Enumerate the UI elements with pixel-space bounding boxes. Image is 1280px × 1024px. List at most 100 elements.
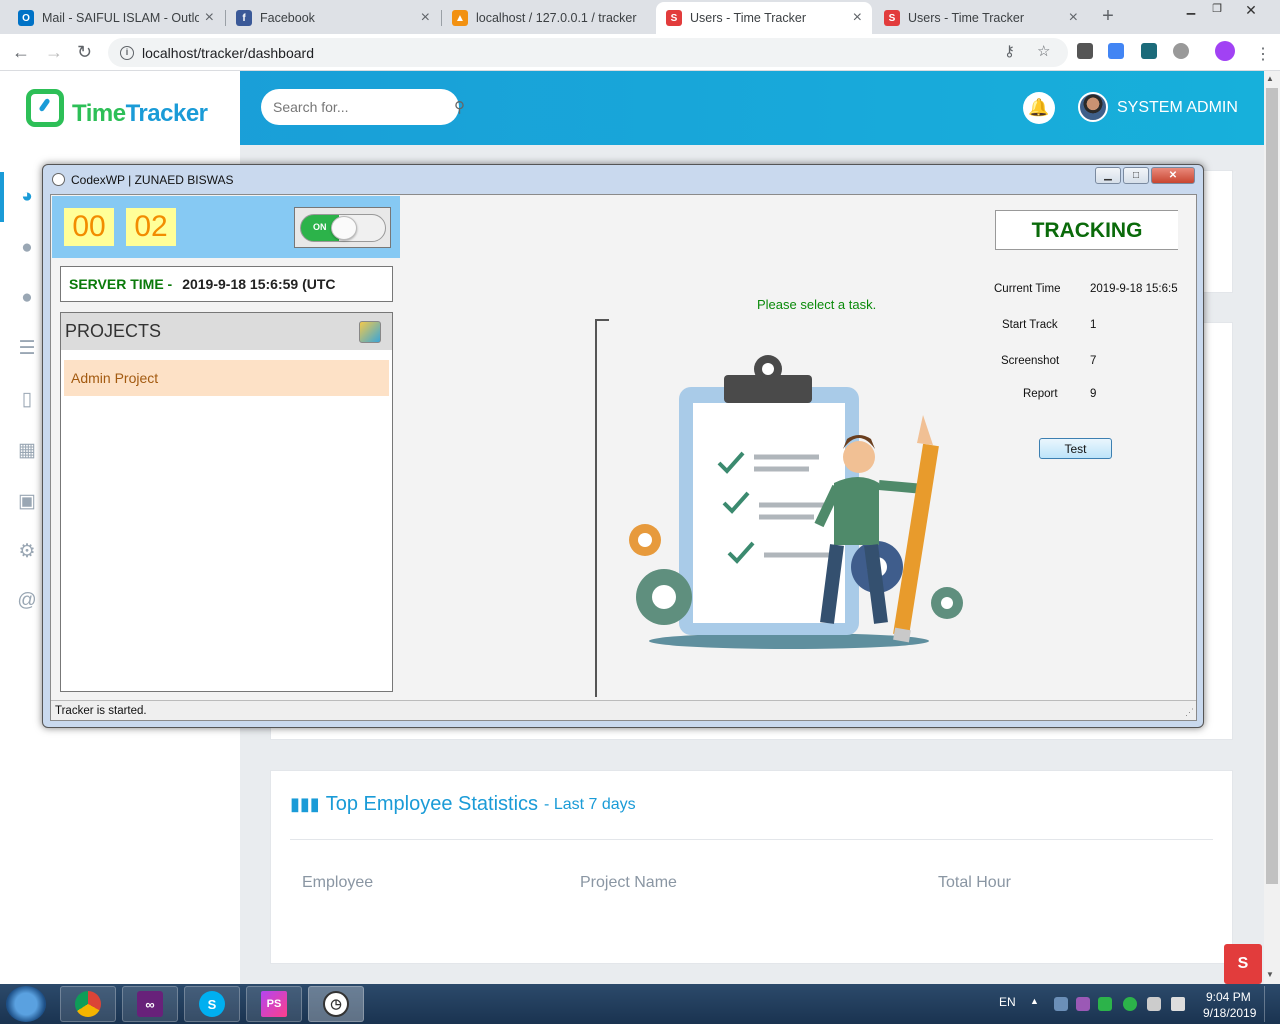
tray-expand-icon[interactable]: ▲ [1030, 996, 1039, 1006]
start-track-value: 1 [1090, 319, 1097, 331]
user-name[interactable]: SYSTEM ADMIN [1117, 99, 1238, 117]
test-button[interactable]: Test [1039, 438, 1112, 459]
language-indicator[interactable]: EN [999, 995, 1016, 1009]
screenshot-label: Screenshot [1001, 355, 1060, 367]
user-icon[interactable]: ● [14, 235, 40, 261]
profile-avatar[interactable] [1215, 41, 1235, 61]
restore-icon[interactable]: ❐ [1206, 2, 1228, 16]
info-icon[interactable]: i [120, 45, 134, 60]
menu-icon[interactable]: ⋮ [1255, 44, 1271, 64]
tab-outlook[interactable]: O Mail - SAIFUL ISLAM - Outlook × [8, 2, 224, 34]
browser-tab-strip: O Mail - SAIFUL ISLAM - Outlook × f Face… [0, 0, 1280, 34]
canvas-border [595, 319, 597, 697]
reload-icon[interactable]: ↻ [77, 42, 92, 63]
tracker-app-window: CodexWP | ZUNAED BISWAS ▁ □ ✕ 00 02 ON S… [42, 164, 1204, 728]
column-header-project[interactable]: Project Name [580, 874, 677, 892]
dashboard-icon[interactable]: ◕ [14, 184, 40, 210]
scroll-up-icon[interactable]: ▲ [1266, 74, 1274, 83]
tracker-widget-icon[interactable]: S [1224, 944, 1262, 984]
show-desktop-button[interactable] [1264, 986, 1278, 1022]
avatar[interactable] [1078, 92, 1108, 122]
tab-facebook[interactable]: f Facebook × [226, 2, 440, 34]
tab-title: Facebook [260, 11, 315, 25]
taskbar-chrome[interactable] [60, 986, 116, 1022]
taskbar-visual-studio[interactable]: ∞ [122, 986, 178, 1022]
minimize-icon[interactable]: ▁ [1095, 167, 1121, 184]
search-input[interactable] [273, 99, 454, 115]
start-track-label: Start Track [1002, 319, 1058, 331]
start-button[interactable] [6, 986, 46, 1022]
close-icon[interactable]: × [205, 9, 214, 27]
minimize-icon[interactable]: ▁ [1180, 2, 1202, 16]
taskbar-phpstorm[interactable]: PS [246, 986, 302, 1022]
maximize-icon[interactable]: □ [1123, 167, 1149, 184]
clock-time[interactable]: 9:04 PM [1206, 990, 1251, 1004]
refresh-icon[interactable] [359, 321, 381, 343]
forward-icon[interactable]: → [45, 42, 63, 63]
tab-phpmyadmin[interactable]: ▲ localhost / 127.0.0.1 / tracker [442, 2, 656, 34]
scroll-down-icon[interactable]: ▼ [1266, 970, 1274, 979]
check-tray-icon[interactable] [1123, 997, 1137, 1011]
network-tray-icon[interactable] [1147, 997, 1161, 1011]
tab-title: Users - Time Tracker [690, 11, 806, 25]
window-titlebar[interactable]: CodexWP | ZUNAED BISWAS ▁ □ ✕ [43, 165, 1203, 194]
search-box[interactable]: ⚲ [261, 89, 465, 125]
close-icon[interactable]: × [1069, 9, 1078, 27]
volume-tray-icon[interactable] [1171, 997, 1185, 1011]
project-item[interactable]: Admin Project [64, 360, 389, 396]
logo-text-accent: Tracker [125, 100, 208, 127]
taskbar-tracker[interactable]: ◷ [308, 986, 364, 1022]
chrome-icon [75, 991, 101, 1017]
search-icon[interactable]: ⚲ [454, 98, 465, 116]
document-icon[interactable]: ▯ [14, 386, 40, 412]
close-window-icon[interactable]: ✕ [1240, 2, 1262, 18]
projects-title: PROJECTS [65, 321, 162, 341]
current-time-value: 2019-9-18 15:6:59 [1090, 283, 1178, 295]
phpstorm-icon: PS [261, 991, 287, 1017]
window-title: CodexWP | ZUNAED BISWAS [71, 173, 234, 187]
at-icon[interactable]: @ [14, 588, 40, 614]
close-icon[interactable]: ✕ [1151, 167, 1195, 184]
star-icon[interactable]: ☆ [1037, 42, 1050, 60]
key-icon[interactable]: ⚷ [1004, 42, 1015, 60]
outlook-icon: O [18, 10, 34, 26]
close-icon[interactable]: × [853, 9, 862, 27]
tracking-status: TRACKING [995, 210, 1178, 250]
toggle-knob[interactable] [331, 216, 357, 240]
back-icon[interactable]: ← [12, 42, 30, 63]
upwork-tray-icon[interactable] [1054, 997, 1068, 1011]
bar-chart-icon: ▮▮▮ [290, 794, 320, 814]
list-icon[interactable]: ☰ [14, 335, 40, 361]
tab-users[interactable]: S Users - Time Tracker × [874, 2, 1088, 34]
gear-icon[interactable]: ⚙ [14, 538, 40, 564]
url-text: localhost/tracker/dashboard [142, 44, 314, 61]
sync-tray-icon[interactable] [1098, 997, 1112, 1011]
logo[interactable]: TimeTracker [0, 71, 240, 145]
phpmyadmin-icon: ▲ [452, 10, 468, 26]
column-header-hours[interactable]: Total Hour [938, 874, 1011, 892]
taskbar-skype[interactable]: S [184, 986, 240, 1022]
clock-date[interactable]: 9/18/2019 [1203, 1006, 1256, 1020]
url-field[interactable]: i localhost/tracker/dashboard [108, 38, 1068, 67]
eyedropper-extension-icon[interactable] [1077, 43, 1093, 59]
tab-users-active[interactable]: S Users - Time Tracker × [656, 2, 872, 34]
incognito-extension-icon[interactable] [1173, 43, 1189, 59]
close-icon[interactable]: × [421, 9, 430, 27]
users-icon[interactable]: ● [14, 285, 40, 311]
new-tab-button[interactable]: + [1096, 5, 1120, 29]
scrollbar-thumb[interactable] [1266, 88, 1278, 884]
calendar-icon[interactable]: ▦ [14, 437, 40, 463]
current-time-label: Current Time [994, 283, 1061, 295]
feather-tray-icon[interactable] [1076, 997, 1090, 1011]
translate-extension-icon[interactable] [1108, 43, 1124, 59]
column-header-employee[interactable]: Employee [302, 874, 373, 892]
task-prompt: Please select a task. [757, 297, 877, 312]
extension-icon[interactable] [1141, 43, 1157, 59]
server-time-box: SERVER TIME - 2019-9-18 15:6:59 (UTC [60, 266, 393, 302]
task-illustration [629, 355, 963, 649]
facebook-icon: f [236, 10, 252, 26]
bell-icon[interactable]: 🔔 [1023, 92, 1055, 124]
resize-grip-icon[interactable]: ⋰ [1185, 707, 1194, 718]
tracking-toggle[interactable]: ON [294, 207, 391, 248]
image-icon[interactable]: ▣ [14, 488, 40, 514]
